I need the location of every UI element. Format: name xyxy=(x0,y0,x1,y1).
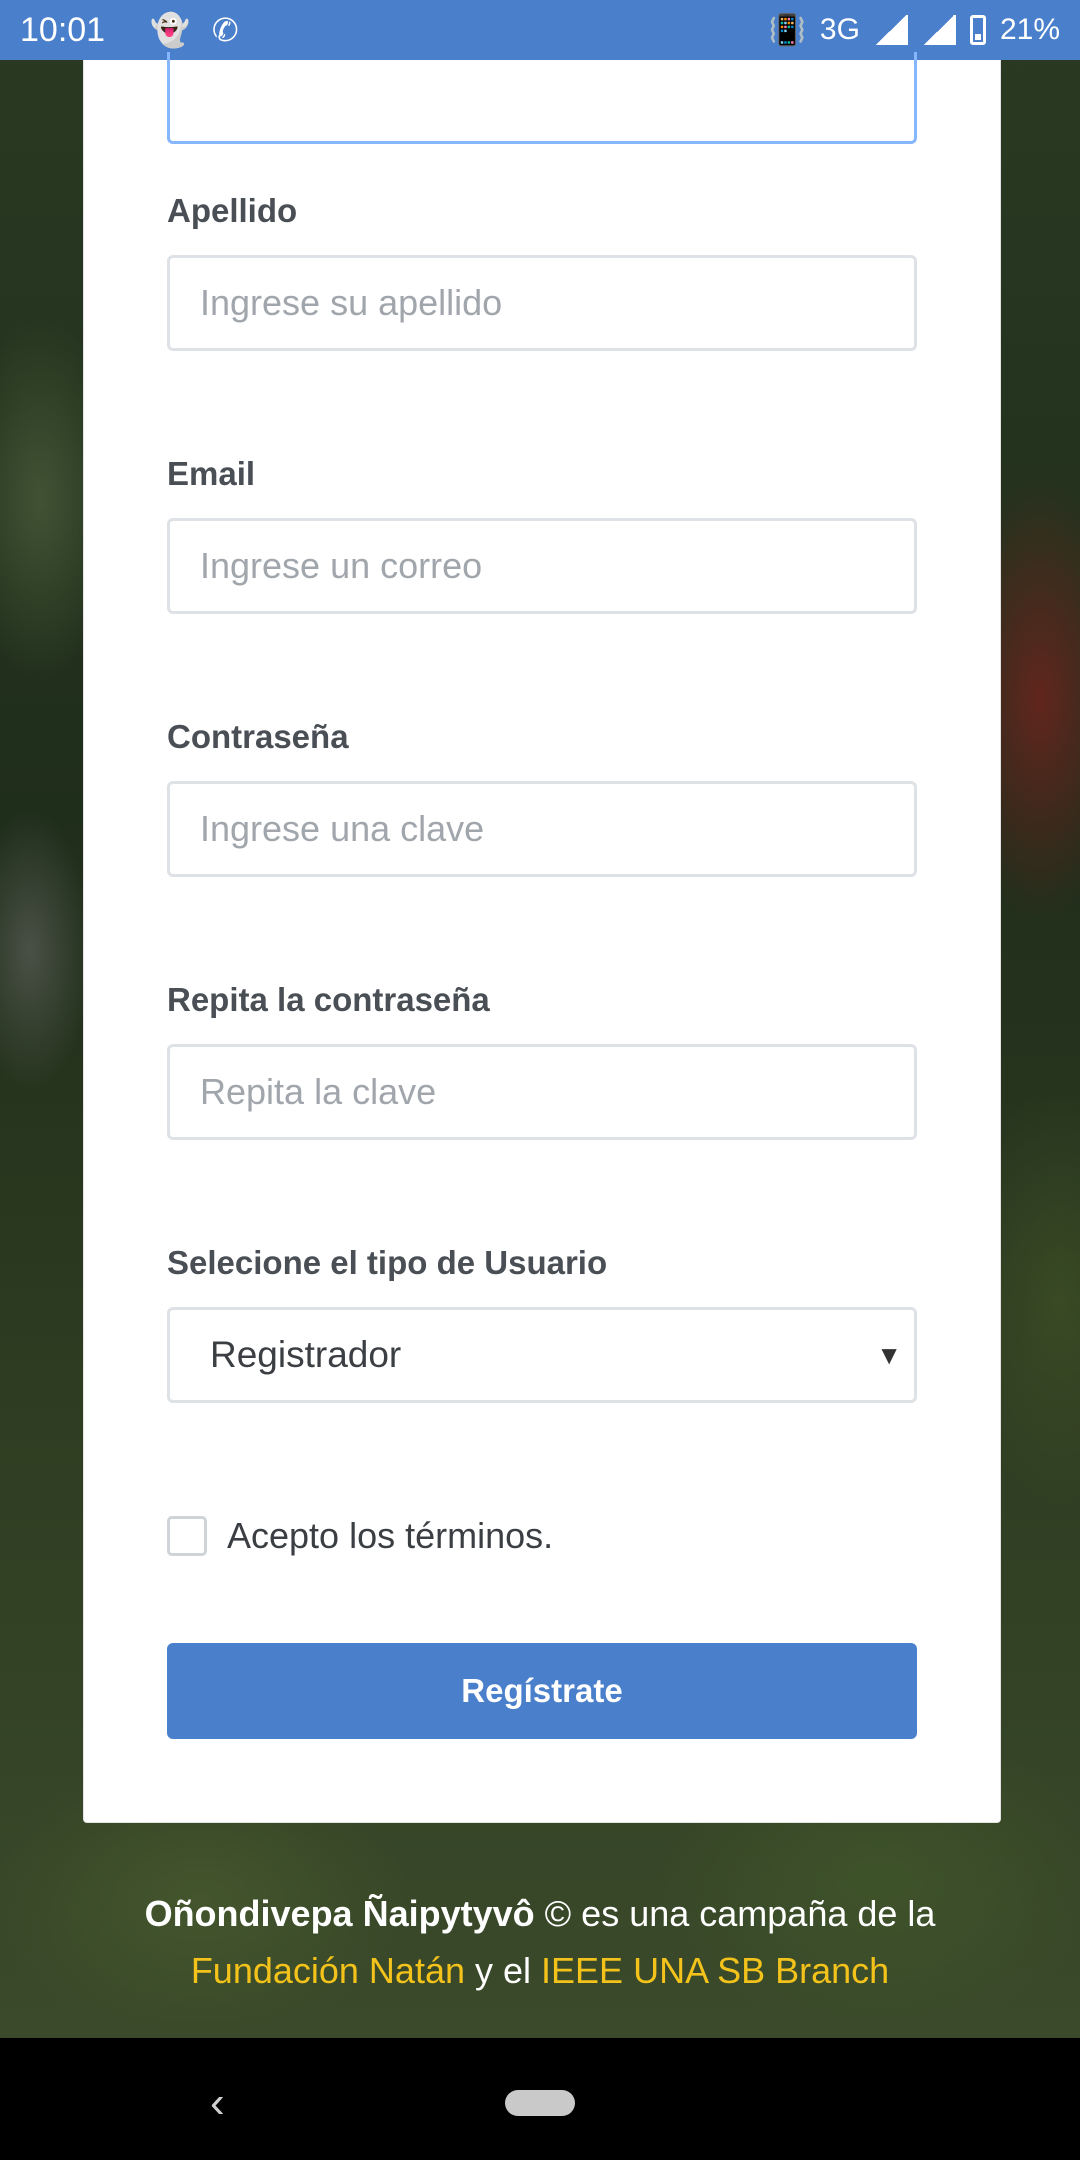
password-input[interactable] xyxy=(167,781,917,877)
register-button[interactable]: Regístrate xyxy=(167,1643,917,1739)
network-label: 3G xyxy=(819,13,860,46)
signal-icon xyxy=(873,15,908,45)
apellido-label: Apellido xyxy=(167,192,298,229)
name-input-partial[interactable] xyxy=(167,52,917,144)
back-icon[interactable]: ‹ xyxy=(210,2078,225,2128)
user-type-select[interactable]: Registrador ▼ xyxy=(167,1307,917,1403)
footer-text-1: © es una campaña de la xyxy=(534,1893,936,1934)
password-repeat-input[interactable] xyxy=(167,1044,917,1140)
battery-percent: 21% xyxy=(999,13,1060,46)
battery-icon xyxy=(969,15,986,45)
snapchat-icon: 👻 xyxy=(150,12,190,48)
user-type-label: Selecione el tipo de Usuario xyxy=(167,1244,608,1281)
whatsapp-icon: ✆ xyxy=(211,12,239,48)
ieee-link[interactable]: IEEE UNA SB Branch xyxy=(541,1950,889,1991)
email-label: Email xyxy=(167,455,256,492)
terms-checkbox[interactable] xyxy=(167,1516,207,1556)
notification-icons: 👻 ✆ xyxy=(150,11,239,49)
fundacion-natan-link[interactable]: Fundación Natán xyxy=(191,1950,465,1991)
status-right: 📳 3G 21% xyxy=(769,13,1060,48)
registration-card: Apellido Email Contraseña Repita la cont… xyxy=(83,52,1001,1823)
footer-brand: Oñondivepa Ñaipytyvô xyxy=(144,1893,535,1934)
footer-text-2: y el xyxy=(465,1950,542,1991)
home-pill-icon[interactable] xyxy=(505,2090,575,2116)
apellido-input[interactable] xyxy=(167,255,917,351)
password-repeat-label: Repita la contraseña xyxy=(167,981,490,1018)
footer: Oñondivepa Ñaipytyvô © es una campaña de… xyxy=(0,1885,1080,1999)
dropdown-arrow-icon: ▼ xyxy=(876,1339,902,1370)
status-bar: 10:01 👻 ✆ 📳 3G 21% xyxy=(0,0,1080,60)
vibrate-icon: 📳 xyxy=(768,13,806,47)
signal-icon-2 xyxy=(921,15,956,45)
terms-label[interactable]: Acepto los términos. xyxy=(227,1515,553,1557)
user-type-selected: Registrador xyxy=(210,1334,402,1375)
status-time: 10:01 xyxy=(20,10,106,49)
terms-row: Acepto los términos. xyxy=(167,1515,553,1557)
password-label: Contraseña xyxy=(167,718,349,755)
navigation-bar: ‹ xyxy=(0,2038,1080,2160)
email-input[interactable] xyxy=(167,518,917,614)
